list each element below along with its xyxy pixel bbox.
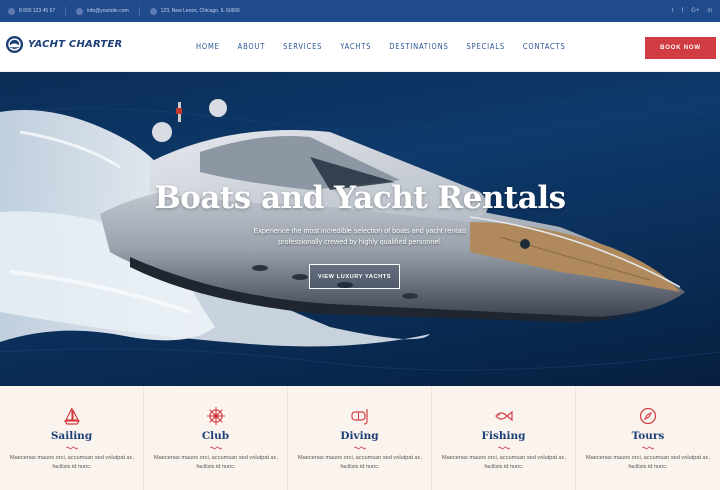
nav-specials[interactable]: SPECIALS (467, 42, 505, 51)
feature-text: Maecenas mauris orci, accumsan sed volut… (9, 455, 135, 470)
features-strip: Sailing Maecenas mauris orci, accumsan s… (0, 386, 720, 490)
divider (65, 6, 67, 16)
brand-name: YACHT CHARTER (28, 39, 123, 50)
feature-text: Maecenas mauris orci, accumsan sed volut… (585, 455, 711, 470)
address-item: 123, New Lenox, Chicago, IL 60606 (149, 7, 240, 15)
feature-text: Maecenas mauris orci, accumsan sed volut… (153, 455, 279, 470)
feature-fishing[interactable]: Fishing Maecenas mauris orci, accumsan s… (432, 386, 576, 490)
linkedin-icon[interactable]: in (707, 8, 712, 14)
main-nav: HOME ABOUT SERVICES YACHTS DESTINATIONS … (196, 42, 584, 51)
feature-text: Maecenas mauris orci, accumsan sed volut… (441, 455, 567, 470)
email-icon (76, 7, 84, 15)
phone-icon (8, 7, 15, 15)
hero-title: Boats and Yacht Rentals (154, 180, 566, 216)
twitter-icon[interactable]: t (672, 8, 674, 14)
feature-title: Sailing (50, 430, 93, 442)
address-text: 123, New Lenox, Chicago, IL 60606 (160, 8, 240, 14)
feature-sailing[interactable]: Sailing Maecenas mauris orci, accumsan s… (0, 386, 144, 490)
fish-icon (495, 410, 513, 422)
nav-about[interactable]: ABOUT (238, 42, 265, 51)
feature-text: Maecenas mauris orci, accumsan sed volut… (297, 455, 423, 470)
snorkel-mask-icon (351, 409, 368, 425)
nav-contacts[interactable]: CONTACTS (523, 42, 566, 51)
wave-divider-icon (354, 446, 366, 450)
compass-icon (639, 407, 657, 425)
nav-services[interactable]: SERVICES (283, 42, 322, 51)
ship-wheel-logo-icon (5, 35, 24, 54)
nav-yachts[interactable]: YACHTS (340, 42, 371, 51)
wave-divider-icon (498, 446, 510, 450)
wave-divider-icon (642, 446, 654, 450)
book-now-button[interactable]: BOOK NOW (645, 37, 716, 59)
view-luxury-yachts-button[interactable]: VIEW LUXURY YACHTS (309, 264, 400, 289)
social-links: t f G+ in (664, 0, 712, 22)
location-pin-icon (149, 7, 157, 15)
feature-tours[interactable]: Tours Maecenas mauris orci, accumsan sed… (576, 386, 720, 490)
hero-banner: Boats and Yacht Rentals Experience the m… (0, 72, 720, 386)
hero-subtitle: Experience the most incredible selection… (253, 226, 467, 246)
wave-divider-icon (210, 446, 222, 450)
facebook-icon[interactable]: f (681, 8, 683, 14)
email-item[interactable]: info@yoursite.com (76, 7, 129, 15)
divider (138, 6, 140, 16)
wave-divider-icon (66, 446, 78, 450)
phone-text: 8 800 123 45 67 (19, 8, 56, 14)
phone-item[interactable]: 8 800 123 45 67 (8, 7, 56, 15)
contact-info: 8 800 123 45 67 info@yoursite.com 123, N… (0, 6, 250, 16)
feature-title: Tours (631, 430, 665, 442)
main-header: YACHT CHARTER HOME ABOUT SERVICES YACHTS… (0, 22, 720, 72)
nav-home[interactable]: HOME (196, 42, 220, 51)
nav-destinations[interactable]: DESTINATIONS (389, 42, 448, 51)
feature-title: Club (201, 430, 230, 442)
feature-diving[interactable]: Diving Maecenas mauris orci, accumsan se… (288, 386, 432, 490)
feature-title: Diving (340, 430, 379, 442)
email-text: info@yoursite.com (87, 8, 129, 14)
sailboat-icon (63, 407, 81, 425)
feature-club[interactable]: Club Maecenas mauris orci, accumsan sed … (144, 386, 288, 490)
site-logo[interactable]: YACHT CHARTER (5, 35, 122, 54)
top-bar: 8 800 123 45 67 info@yoursite.com 123, N… (0, 0, 720, 22)
feature-title: Fishing (481, 430, 526, 442)
ship-wheel-icon (207, 407, 225, 425)
google-plus-icon[interactable]: G+ (691, 8, 699, 14)
